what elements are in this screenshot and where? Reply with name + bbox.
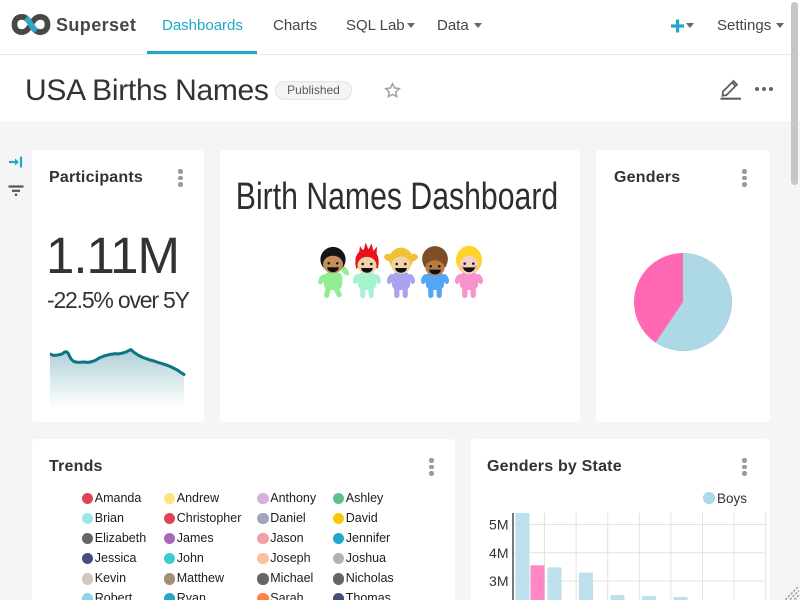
svg-text:5M: 5M bbox=[489, 517, 508, 533]
svg-text:4M: 4M bbox=[489, 545, 508, 561]
svg-text:3M: 3M bbox=[489, 573, 508, 589]
